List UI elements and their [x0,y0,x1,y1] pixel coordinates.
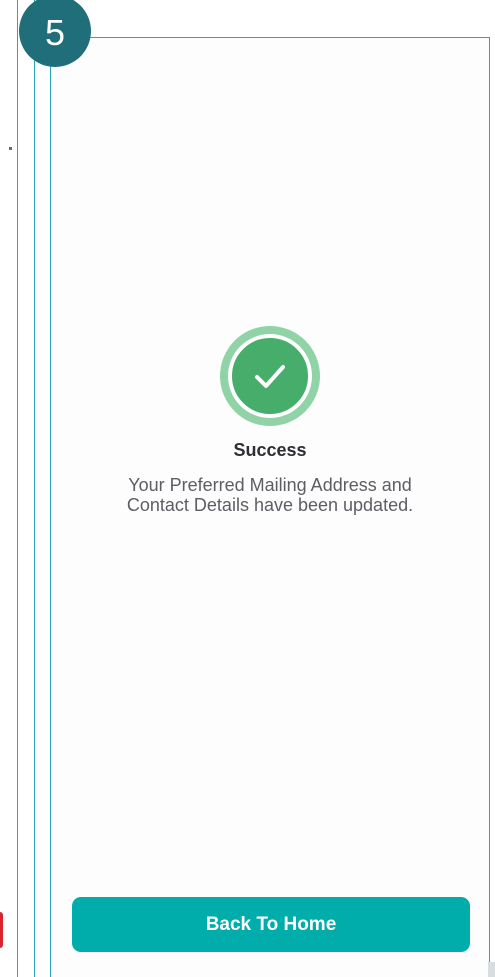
previous-screen-edge [0,0,18,977]
divider-mark [9,147,12,150]
checkmark-icon [255,365,285,388]
back-to-home-button[interactable]: Back To Home [72,897,470,952]
success-message: Your Preferred Mailing Address and Conta… [126,475,414,515]
success-panel: Success Your Preferred Mailing Address a… [50,326,490,515]
success-title: Success [233,440,307,460]
scrollbar[interactable] [488,962,495,977]
tutorial-page: 5 Success Your Preferred Mailing Address… [0,0,495,977]
check-circle-icon [220,326,320,426]
previous-screen-button-edge [0,912,3,948]
check-circle-inner [228,334,312,418]
